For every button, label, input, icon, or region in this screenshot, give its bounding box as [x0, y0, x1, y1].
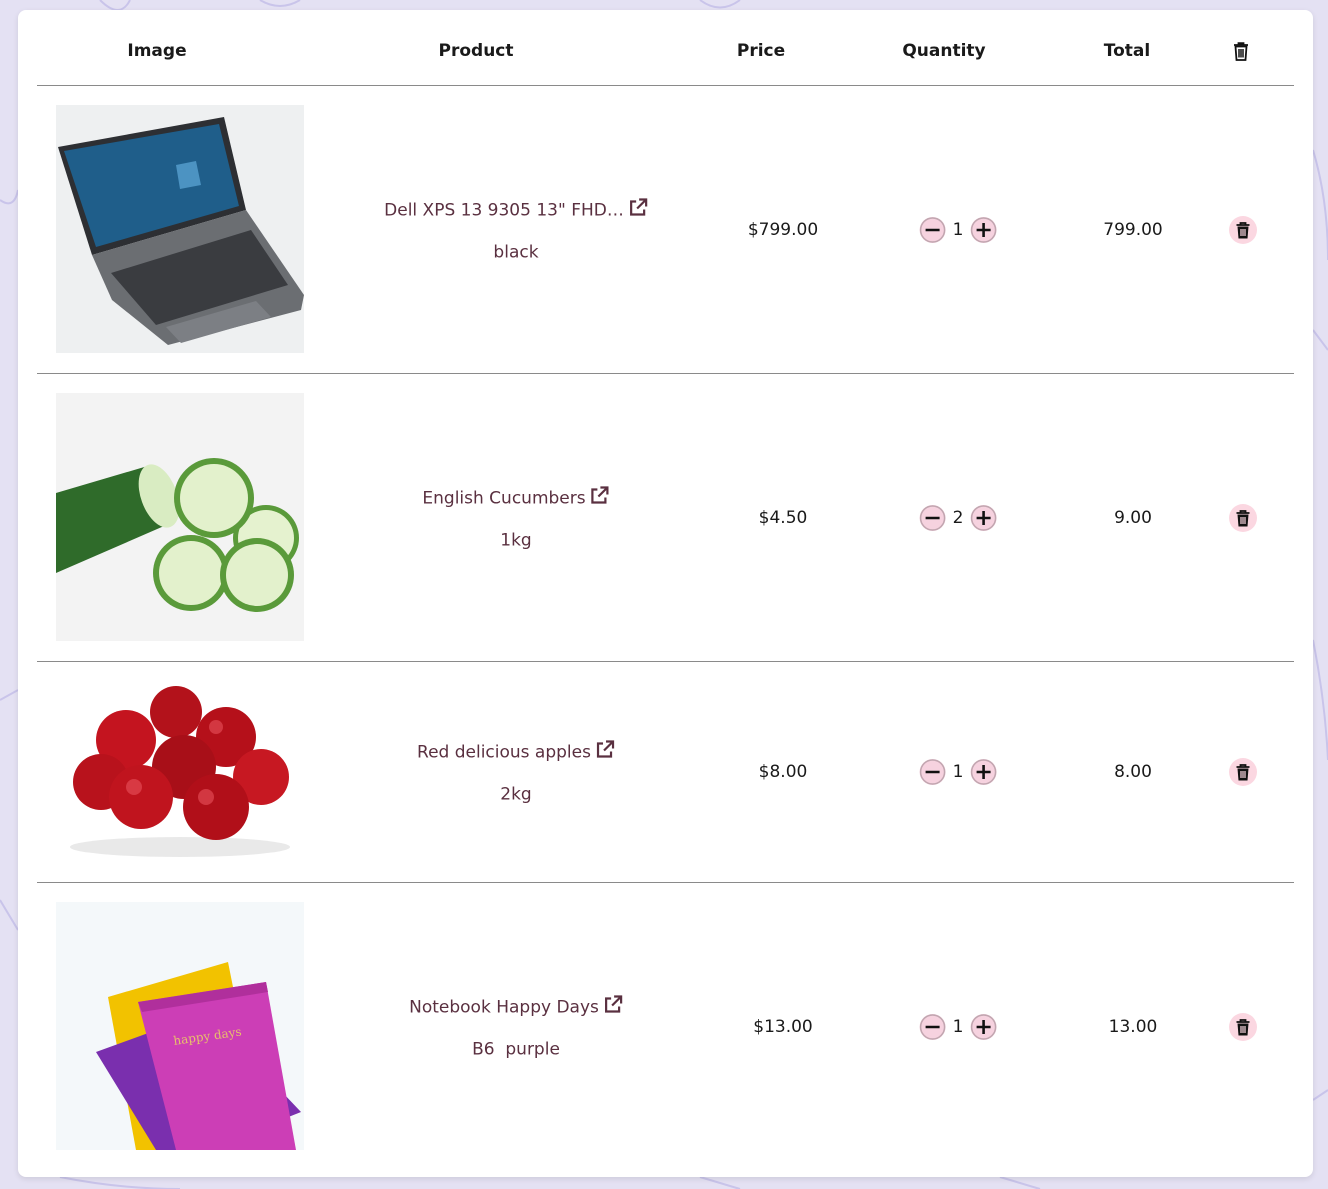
product-name: Dell XPS 13 9305 13" FHD… — [384, 200, 624, 220]
cart-table: Image Product Price Quantity Total Dell … — [37, 10, 1294, 1170]
product-info: Dell XPS 13 9305 13" FHD… black — [384, 198, 648, 263]
external-link-icon — [603, 995, 623, 1020]
table-header: Image Product Price Quantity Total — [37, 10, 1294, 86]
quantity-value: 1 — [952, 762, 964, 782]
row-total: 799.00 — [1103, 220, 1163, 240]
header-quantity: Quantity — [902, 41, 986, 61]
product-price: $799.00 — [747, 220, 819, 240]
plus-icon — [970, 217, 997, 243]
quantity-value: 1 — [952, 220, 964, 240]
product-image-apples — [56, 682, 304, 862]
header-product: Product — [438, 41, 514, 61]
trash-icon — [1233, 42, 1249, 66]
product-variant: 2kg — [500, 784, 532, 805]
delete-button[interactable] — [1229, 216, 1257, 244]
product-price: $8.00 — [758, 762, 808, 782]
product-image-notebook: happy days — [56, 902, 304, 1150]
increase-button[interactable] — [970, 759, 997, 785]
product-variant: 1kg — [500, 530, 532, 551]
row-total: 8.00 — [1114, 762, 1152, 782]
product-name: Red delicious apples — [417, 742, 591, 762]
trash-icon — [1236, 763, 1250, 780]
product-image-cucumber — [56, 393, 304, 641]
quantity-stepper: 2 — [919, 505, 997, 531]
product-info: Notebook Happy Days B6 purple — [409, 995, 623, 1060]
quantity-stepper: 1 — [919, 217, 997, 243]
product-price: $13.00 — [753, 1017, 813, 1037]
product-link[interactable]: Dell XPS 13 9305 13" FHD… — [384, 198, 648, 223]
table-row: Dell XPS 13 9305 13" FHD… black $799.00 … — [37, 86, 1294, 374]
quantity-stepper: 1 — [919, 1014, 997, 1040]
header-price: Price — [736, 41, 786, 61]
plus-icon — [970, 759, 997, 785]
trash-icon — [1236, 221, 1250, 238]
decrease-button[interactable] — [919, 217, 946, 243]
minus-icon — [919, 1014, 946, 1040]
product-info: English Cucumbers 1kg — [422, 486, 609, 551]
external-link-icon — [590, 486, 610, 511]
trash-icon — [1236, 1018, 1250, 1035]
delete-button[interactable] — [1229, 504, 1257, 532]
table-row: English Cucumbers 1kg $4.50 2 9.00 — [37, 374, 1294, 662]
header-total: Total — [1103, 41, 1151, 61]
product-link[interactable]: English Cucumbers — [422, 486, 609, 511]
plus-icon — [970, 505, 997, 531]
product-info: Red delicious apples 2kg — [417, 740, 615, 805]
minus-icon — [919, 505, 946, 531]
delete-button[interactable] — [1229, 758, 1257, 786]
product-link[interactable]: Red delicious apples — [417, 740, 615, 765]
cart-card: Image Product Price Quantity Total Dell … — [18, 10, 1313, 1177]
product-price: $4.50 — [758, 508, 808, 528]
table-row: Red delicious apples 2kg $8.00 1 8.00 — [37, 662, 1294, 883]
increase-button[interactable] — [970, 217, 997, 243]
header-image: Image — [127, 41, 187, 61]
product-name: English Cucumbers — [422, 488, 586, 508]
row-total: 9.00 — [1114, 508, 1152, 528]
product-image-laptop — [56, 105, 304, 353]
minus-icon — [919, 217, 946, 243]
decrease-button[interactable] — [919, 505, 946, 531]
increase-button[interactable] — [970, 505, 997, 531]
delete-button[interactable] — [1229, 1013, 1257, 1041]
trash-icon — [1236, 509, 1250, 526]
table-row: happy days Notebook Happy Days B6 purple… — [37, 883, 1294, 1170]
quantity-stepper: 1 — [919, 759, 997, 785]
quantity-value: 1 — [952, 1017, 964, 1037]
minus-icon — [919, 759, 946, 785]
plus-icon — [970, 1014, 997, 1040]
decrease-button[interactable] — [919, 1014, 946, 1040]
product-variant: black — [493, 242, 539, 263]
increase-button[interactable] — [970, 1014, 997, 1040]
decrease-button[interactable] — [919, 759, 946, 785]
external-link-icon — [628, 198, 648, 223]
product-link[interactable]: Notebook Happy Days — [409, 995, 623, 1020]
row-total: 13.00 — [1108, 1017, 1158, 1037]
product-variant: B6 purple — [472, 1039, 560, 1060]
product-name: Notebook Happy Days — [409, 997, 599, 1017]
quantity-value: 2 — [952, 508, 964, 528]
external-link-icon — [595, 740, 615, 765]
